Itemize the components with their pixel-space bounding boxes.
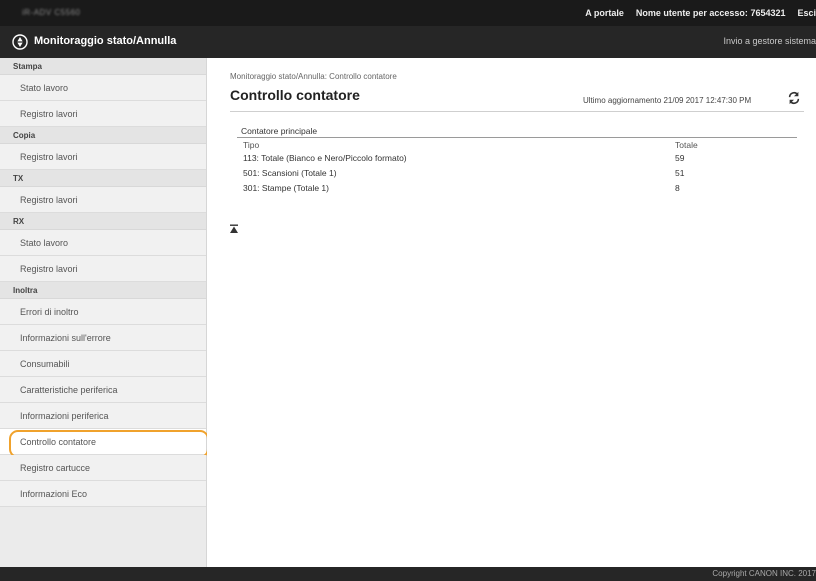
page-section-title: Monitoraggio stato/Annulla	[34, 35, 177, 47]
main-content: Monitoraggio stato/Annulla: Controllo co…	[207, 58, 816, 567]
refresh-icon[interactable]	[787, 91, 801, 105]
title-bar: Monitoraggio stato/Annulla Invio a gesto…	[0, 26, 816, 58]
top-bar-right: A portale Nome utente per accesso: 76543…	[585, 8, 816, 18]
counter-total: 59	[675, 153, 685, 163]
footer: Copyright CANON INC. 2017	[0, 567, 816, 581]
send-to-admin-link[interactable]: Invio a gestore sistema	[723, 36, 816, 46]
user-id: 7654321	[750, 8, 786, 18]
sidebar-header-tx: TX	[0, 170, 206, 187]
sidebar-item-stampa-registro-lavori[interactable]: Registro lavori	[0, 101, 206, 127]
sidebar-header-copia: Copia	[0, 127, 206, 144]
column-header-total: Totale	[675, 140, 698, 150]
breadcrumb: Monitoraggio stato/Annulla: Controllo co…	[230, 72, 397, 81]
last-update-text: Ultimo aggiornamento 21/09 2017 12:47:30…	[583, 96, 752, 105]
page-title: Controllo contatore	[230, 87, 360, 103]
sidebar-item-controllo-contatore[interactable]: Controllo contatore	[0, 429, 209, 458]
counter-table: Tipo Totale 113: Totale (Bianco e Nero/P…	[237, 139, 797, 196]
top-bar: iR-ADV C5560 A portale Nome utente per a…	[0, 0, 816, 26]
title-divider	[230, 111, 804, 112]
counter-total: 51	[675, 168, 685, 178]
sidebar-item-caratteristiche-periferica[interactable]: Caratteristiche periferica	[0, 377, 206, 403]
table-row: 501: Scansioni (Totale 1) 51	[237, 166, 797, 181]
sidebar-item-informazioni-eco[interactable]: Informazioni Eco	[0, 481, 206, 507]
user-label: Nome utente per accesso: 7654321	[635, 8, 786, 18]
copyright-text: Copyright CANON INC. 2017	[712, 569, 816, 578]
counter-type: 501: Scansioni (Totale 1)	[243, 168, 337, 178]
counter-section-title: Contatore principale	[241, 126, 318, 136]
table-header-row: Tipo Totale	[237, 139, 797, 151]
table-row: 113: Totale (Bianco e Nero/Piccolo forma…	[237, 151, 797, 166]
sidebar-item-consumabili[interactable]: Consumabili	[0, 351, 206, 377]
counter-type: 301: Stampe (Totale 1)	[243, 183, 329, 193]
sidebar-header-stampa: Stampa	[0, 58, 206, 75]
sidebar-item-informazioni-errore[interactable]: Informazioni sull'errore	[0, 325, 206, 351]
logout-link[interactable]: Esci	[797, 8, 816, 18]
portal-link[interactable]: A portale	[585, 8, 624, 18]
sidebar: Stampa Stato lavoro Registro lavori Copi…	[0, 58, 209, 567]
column-header-type: Tipo	[243, 140, 260, 150]
sidebar-item-copia-registro-lavori[interactable]: Registro lavori	[0, 144, 206, 170]
sidebar-item-tx-registro-lavori[interactable]: Registro lavori	[0, 187, 206, 213]
sidebar-item-registro-cartucce[interactable]: Registro cartucce	[0, 455, 206, 481]
table-row: 301: Stampe (Totale 1) 8	[237, 181, 797, 196]
status-monitor-icon	[12, 34, 28, 50]
sidebar-item-rx-stato-lavoro[interactable]: Stato lavoro	[0, 230, 206, 256]
back-to-top-icon[interactable]	[229, 224, 239, 234]
section-divider	[237, 137, 797, 138]
sidebar-item-stampa-stato-lavoro[interactable]: Stato lavoro	[0, 75, 206, 101]
device-model: iR-ADV C5560	[22, 8, 81, 17]
sidebar-item-informazioni-periferica[interactable]: Informazioni periferica	[0, 403, 206, 429]
sidebar-item-errori-di-inoltro[interactable]: Errori di inoltro	[0, 299, 206, 325]
sidebar-item-rx-registro-lavori[interactable]: Registro lavori	[0, 256, 206, 282]
counter-total: 8	[675, 183, 680, 193]
counter-type: 113: Totale (Bianco e Nero/Piccolo forma…	[243, 153, 407, 163]
sidebar-header-rx: RX	[0, 213, 206, 230]
sidebar-header-inoltra: Inoltra	[0, 282, 206, 299]
